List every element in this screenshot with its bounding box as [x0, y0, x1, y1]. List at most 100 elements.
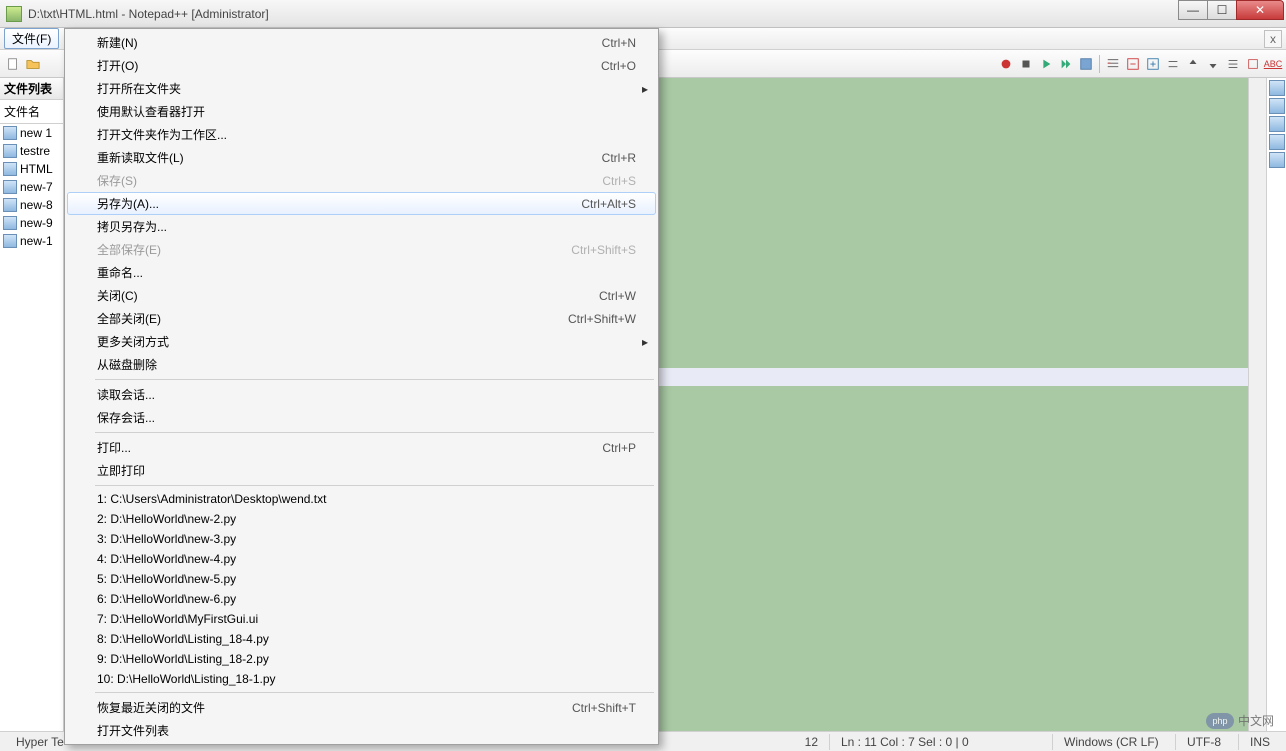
minimize-button[interactable]: —	[1178, 0, 1208, 20]
menu-separator	[95, 692, 654, 693]
menu-item-label: 从磁盘删除	[97, 356, 636, 373]
menu-item-label: 关闭(C)	[97, 287, 579, 304]
menu-item-label: 保存(S)	[97, 172, 582, 189]
menu-file[interactable]: 文件(F)	[4, 28, 59, 49]
indent-icon[interactable]	[1104, 55, 1122, 73]
menu-item[interactable]: 重新读取文件(L)Ctrl+R	[67, 146, 656, 169]
menu-item[interactable]: 更多关闭方式▸	[67, 330, 656, 353]
file-item[interactable]: new-8	[0, 196, 63, 214]
file-item[interactable]: new-9	[0, 214, 63, 232]
menu-item-label: 全部保存(E)	[97, 241, 551, 258]
new-file-icon[interactable]	[4, 55, 22, 73]
status-eol: Windows (CR LF)	[1054, 735, 1174, 749]
menu-item: 保存(S)Ctrl+S	[67, 169, 656, 192]
menu-separator	[95, 379, 654, 380]
paragraph-icon[interactable]	[1244, 55, 1262, 73]
menu-item-label: 9: D:\HelloWorld\Listing_18-2.py	[97, 652, 636, 666]
vertical-scrollbar[interactable]	[1248, 78, 1266, 731]
menu-item[interactable]: 7: D:\HelloWorld\MyFirstGui.ui	[67, 609, 656, 629]
arrow-down-icon[interactable]	[1204, 55, 1222, 73]
menu-item[interactable]: 10: D:\HelloWorld\Listing_18-1.py	[67, 669, 656, 689]
doc-icon[interactable]	[1269, 134, 1285, 150]
menu-item[interactable]: 3: D:\HelloWorld\new-3.py	[67, 529, 656, 549]
menu-item[interactable]: 打开文件夹作为工作区...	[67, 123, 656, 146]
doc-icon[interactable]	[1269, 152, 1285, 168]
window-controls: — ☐ ✕	[1179, 0, 1284, 20]
abc-icon[interactable]: ABC	[1264, 55, 1282, 73]
menu-item-label: 全部关闭(E)	[97, 310, 548, 327]
php-logo-icon: php	[1206, 713, 1234, 729]
menu-item[interactable]: 关闭(C)Ctrl+W	[67, 284, 656, 307]
menu-item[interactable]: 全部关闭(E)Ctrl+Shift+W	[67, 307, 656, 330]
toggle-1-icon[interactable]	[1164, 55, 1182, 73]
file-name: new-8	[20, 198, 53, 212]
close-button[interactable]: ✕	[1236, 0, 1284, 20]
file-name: new-9	[20, 216, 53, 230]
menu-item-shortcut: Ctrl+Alt+S	[581, 197, 636, 211]
menu-item[interactable]: 读取会话...	[67, 383, 656, 406]
menu-item[interactable]: 恢复最近关闭的文件Ctrl+Shift+T	[67, 696, 656, 719]
menu-item[interactable]: 重命名...	[67, 261, 656, 284]
menu-item[interactable]: 1: C:\Users\Administrator\Desktop\wend.t…	[67, 489, 656, 509]
menu-item[interactable]: 2: D:\HelloWorld\new-2.py	[67, 509, 656, 529]
menu-item[interactable]: 使用默认查看器打开	[67, 100, 656, 123]
menu-item[interactable]: 4: D:\HelloWorld\new-4.py	[67, 549, 656, 569]
menu-item[interactable]: 打印...Ctrl+P	[67, 436, 656, 459]
file-name: testre	[20, 144, 50, 158]
menu-item-shortcut: Ctrl+P	[602, 441, 636, 455]
file-item[interactable]: new-7	[0, 178, 63, 196]
menu-item[interactable]: 另存为(A)...Ctrl+Alt+S	[67, 192, 656, 215]
menu-item-label: 1: C:\Users\Administrator\Desktop\wend.t…	[97, 492, 636, 506]
menu-item-label: 3: D:\HelloWorld\new-3.py	[97, 532, 636, 546]
save-macro-icon[interactable]	[1077, 55, 1095, 73]
file-item[interactable]: HTML	[0, 160, 63, 178]
menu-item-label: 6: D:\HelloWorld\new-6.py	[97, 592, 636, 606]
chevron-right-icon: ▸	[642, 82, 648, 96]
file-item[interactable]: new-1	[0, 232, 63, 250]
menu-item[interactable]: 打开文件列表	[67, 719, 656, 742]
file-item[interactable]: new 1	[0, 124, 63, 142]
menu-item[interactable]: 打开(O)Ctrl+O	[67, 54, 656, 77]
stop-icon[interactable]	[1017, 55, 1035, 73]
menu-item[interactable]: 新建(N)Ctrl+N	[67, 31, 656, 54]
menu-item[interactable]: 保存会话...	[67, 406, 656, 429]
menu-item-label: 拷贝另存为...	[97, 218, 636, 235]
doc-icon[interactable]	[1269, 80, 1285, 96]
menu-item-label: 打开文件列表	[97, 722, 636, 739]
menu-item-label: 读取会话...	[97, 386, 636, 403]
statusbar-separator	[1052, 734, 1053, 750]
menu-item[interactable]: 9: D:\HelloWorld\Listing_18-2.py	[67, 649, 656, 669]
app-icon	[6, 6, 22, 22]
menu-item[interactable]: 8: D:\HelloWorld\Listing_18-4.py	[67, 629, 656, 649]
collapse-icon[interactable]	[1124, 55, 1142, 73]
status-position: Ln : 11 Col : 7 Sel : 0 | 0	[831, 735, 1051, 749]
menu-item[interactable]: 拷贝另存为...	[67, 215, 656, 238]
menu-item-label: 8: D:\HelloWorld\Listing_18-4.py	[97, 632, 636, 646]
menu-item[interactable]: 6: D:\HelloWorld\new-6.py	[67, 589, 656, 609]
column-filename[interactable]: 文件名	[0, 100, 63, 123]
doc-icon[interactable]	[1269, 116, 1285, 132]
menu-item[interactable]: 5: D:\HelloWorld\new-5.py	[67, 569, 656, 589]
menu-item-label: 5: D:\HelloWorld\new-5.py	[97, 572, 636, 586]
menu-item-shortcut: Ctrl+R	[602, 151, 636, 165]
fast-forward-icon[interactable]	[1057, 55, 1075, 73]
file-list: new 1 testre HTML new-7 new-8 new-9 new-…	[0, 124, 63, 731]
menu-item-shortcut: Ctrl+N	[602, 36, 636, 50]
arrow-up-icon[interactable]	[1184, 55, 1202, 73]
file-item[interactable]: testre	[0, 142, 63, 160]
open-folder-icon[interactable]	[24, 55, 42, 73]
file-list-panel: 文件列表 文件名 new 1 testre HTML new-7 new-8 n…	[0, 78, 64, 731]
doc-icon[interactable]	[1269, 98, 1285, 114]
play-icon[interactable]	[1037, 55, 1055, 73]
toggle-2-icon[interactable]	[1224, 55, 1242, 73]
file-name: new-1	[20, 234, 53, 248]
menu-item-label: 重命名...	[97, 264, 636, 281]
close-tab-button[interactable]: x	[1264, 30, 1282, 48]
maximize-button[interactable]: ☐	[1207, 0, 1237, 20]
menu-item[interactable]: 立即打印	[67, 459, 656, 482]
menu-item[interactable]: 打开所在文件夹▸	[67, 77, 656, 100]
record-icon[interactable]	[997, 55, 1015, 73]
chevron-right-icon: ▸	[642, 335, 648, 349]
expand-icon[interactable]	[1144, 55, 1162, 73]
menu-item[interactable]: 从磁盘删除	[67, 353, 656, 376]
